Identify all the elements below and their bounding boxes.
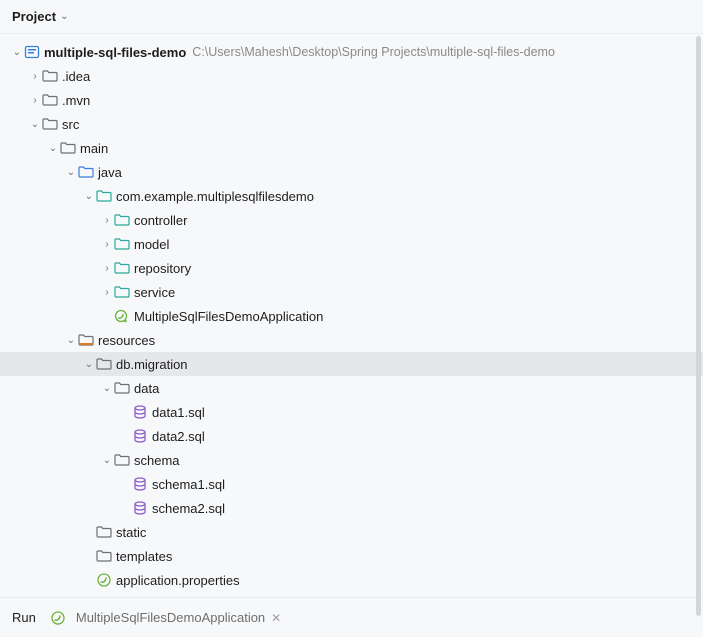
tree-item-label: .mvn [62,93,90,108]
tree-item-label: data1.sql [152,405,205,420]
tree-item-label: templates [116,549,172,564]
spring-boot-icon [50,610,66,626]
tree-item-project-root[interactable]: ⌄ multiple-sql-files-demo C:\Users\Mahes… [0,40,703,64]
tree-item-db-migration[interactable]: ⌄ db.migration [0,352,703,376]
run-config-tab[interactable]: MultipleSqlFilesDemoApplication ✕ [50,610,281,626]
tree-item-data2-sql[interactable]: · data2.sql [0,424,703,448]
folder-icon [60,140,76,156]
project-tree[interactable]: ⌄ multiple-sql-files-demo C:\Users\Mahes… [0,34,703,597]
chevron-down-icon[interactable]: ⌄ [100,383,114,394]
tree-item-data[interactable]: ⌄ data [0,376,703,400]
tree-item-label: data2.sql [152,429,205,444]
tree-item-label: service [134,285,175,300]
tree-item-label: controller [134,213,187,228]
tree-item-label: repository [134,261,191,276]
chevron-down-icon[interactable]: ⌄ [10,47,24,58]
package-icon [114,284,130,300]
tree-item-controller[interactable]: › controller [0,208,703,232]
run-tool-label[interactable]: Run [12,610,36,625]
package-icon [114,236,130,252]
project-icon [24,44,40,60]
scrollbar[interactable] [696,36,701,616]
tree-item-mvn[interactable]: › .mvn [0,88,703,112]
tree-item-data1-sql[interactable]: · data1.sql [0,400,703,424]
tree-item-service[interactable]: › service [0,280,703,304]
chevron-right-icon[interactable]: › [100,263,114,274]
tree-item-label: java [98,165,122,180]
source-folder-icon [78,164,94,180]
tree-item-main[interactable]: ⌄ main [0,136,703,160]
database-icon [132,428,148,444]
folder-icon [42,116,58,132]
panel-title: Project [12,9,56,24]
tree-item-java[interactable]: ⌄ java [0,160,703,184]
tree-item-label: .idea [62,69,90,84]
tree-item-label: db.migration [116,357,188,372]
chevron-right-icon[interactable]: › [28,71,42,82]
tree-item-schema[interactable]: ⌄ schema [0,448,703,472]
chevron-down-icon[interactable]: ⌄ [82,191,96,202]
tree-item-path: C:\Users\Mahesh\Desktop\Spring Projects\… [192,45,555,59]
tree-item-static[interactable]: · static [0,520,703,544]
folder-icon [114,452,130,468]
tree-item-label: schema [134,453,180,468]
chevron-right-icon[interactable]: › [100,287,114,298]
tree-item-package[interactable]: ⌄ com.example.multiplesqlfilesdemo [0,184,703,208]
folder-icon [96,524,112,540]
close-icon[interactable]: ✕ [271,611,281,625]
tree-item-label: schema2.sql [152,501,225,516]
chevron-down-icon[interactable]: ⌄ [64,335,78,346]
package-icon [114,212,130,228]
tree-item-label: multiple-sql-files-demo [44,45,186,60]
chevron-down-icon[interactable]: ⌄ [46,143,60,154]
tree-item-label: MultipleSqlFilesDemoApplication [134,309,323,324]
folder-icon [42,92,58,108]
resources-folder-icon [78,332,94,348]
spring-config-icon [96,572,112,588]
package-icon [114,260,130,276]
chevron-down-icon[interactable]: ⌄ [82,359,96,370]
database-icon [132,500,148,516]
tree-item-schema2-sql[interactable]: · schema2.sql [0,496,703,520]
database-icon [132,476,148,492]
package-icon [96,188,112,204]
folder-icon [42,68,58,84]
tree-item-app-class[interactable]: · MultipleSqlFilesDemoApplication [0,304,703,328]
database-icon [132,404,148,420]
tree-item-model[interactable]: › model [0,232,703,256]
tree-item-label: src [62,117,79,132]
panel-header[interactable]: Project ⌄ [0,0,703,34]
chevron-right-icon[interactable]: › [100,239,114,250]
chevron-right-icon[interactable]: › [100,215,114,226]
tree-item-label: main [80,141,108,156]
tree-item-label: model [134,237,169,252]
tree-item-src[interactable]: ⌄ src [0,112,703,136]
folder-icon [96,356,112,372]
tree-item-idea[interactable]: › .idea [0,64,703,88]
spring-boot-run-icon [114,308,130,324]
tree-item-resources[interactable]: ⌄ resources [0,328,703,352]
chevron-down-icon[interactable]: ⌄ [100,455,114,466]
tree-item-app-properties[interactable]: · application.properties [0,568,703,592]
tree-item-label: static [116,525,146,540]
folder-icon [96,548,112,564]
tree-item-label: data [134,381,159,396]
tree-item-label: schema1.sql [152,477,225,492]
tree-item-schema1-sql[interactable]: · schema1.sql [0,472,703,496]
run-tool-window-bar: Run MultipleSqlFilesDemoApplication ✕ [0,597,703,637]
run-config-label: MultipleSqlFilesDemoApplication [76,610,265,625]
tree-item-label: application.properties [116,573,240,588]
tree-item-templates[interactable]: · templates [0,544,703,568]
chevron-right-icon[interactable]: › [28,95,42,106]
tree-item-repository[interactable]: › repository [0,256,703,280]
chevron-down-icon[interactable]: ⌄ [28,119,42,130]
tree-item-label: com.example.multiplesqlfilesdemo [116,189,314,204]
tree-item-label: resources [98,333,155,348]
chevron-down-icon[interactable]: ⌄ [64,167,78,178]
folder-icon [114,380,130,396]
chevron-down-icon: ⌄ [60,11,68,22]
